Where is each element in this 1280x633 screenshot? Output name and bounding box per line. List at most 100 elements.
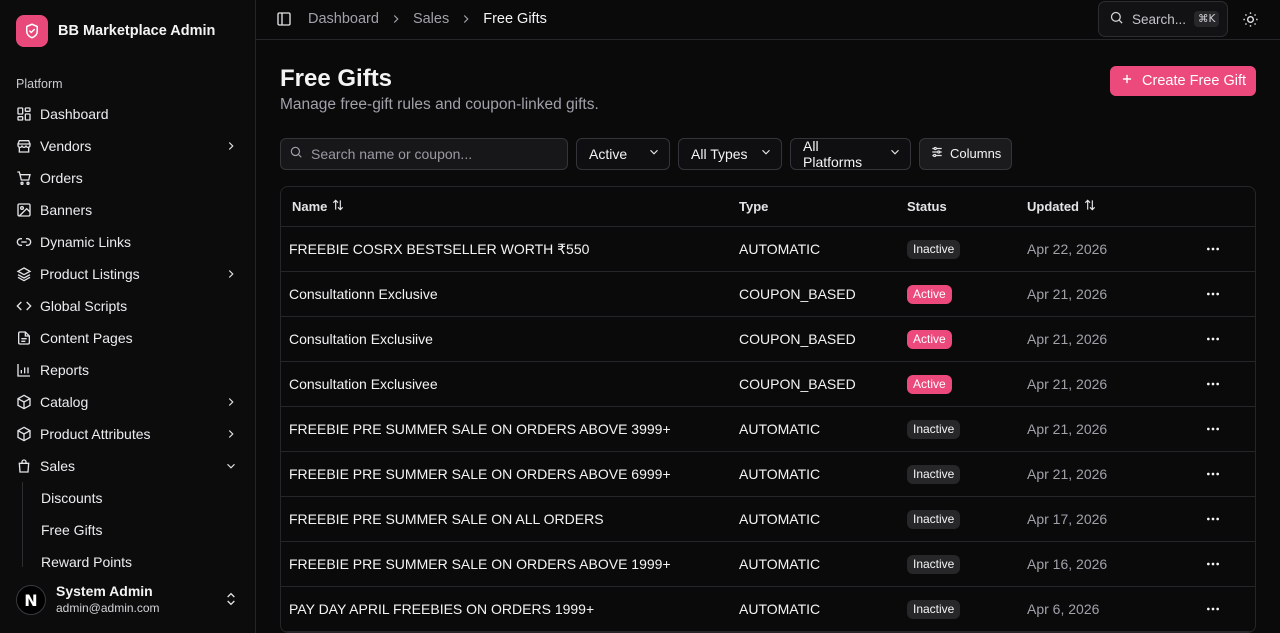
bar-chart-icon <box>16 362 32 378</box>
user-name: System Admin <box>56 583 153 599</box>
code-icon <box>16 298 32 314</box>
status-badge: Active <box>907 329 952 349</box>
search-input[interactable]: Search name or coupon... <box>280 137 568 170</box>
chevron-right-icon <box>223 426 239 442</box>
chevron-right-icon <box>223 394 239 410</box>
sidebar-item-product-listings[interactable]: Product Listings <box>8 258 247 290</box>
table-row[interactable]: PAY DAY APRIL FREEBIES ON ORDERS 1999+ A… <box>281 586 1255 632</box>
table-row[interactable]: FREEBIE PRE SUMMER SALE ON ORDERS ABOVE … <box>281 451 1255 497</box>
sidebar-item-orders[interactable]: Orders <box>8 162 247 194</box>
chevron-down-icon <box>759 145 773 162</box>
theme-toggle-sun-icon[interactable] <box>1236 5 1264 33</box>
shopping-bag-icon <box>16 458 32 474</box>
search-placeholder: Search name or coupon... <box>311 145 473 162</box>
link-icon <box>16 234 32 250</box>
sidebar-group-label: Platform <box>16 77 63 91</box>
platform-select[interactable]: All Platforms <box>790 137 911 170</box>
table-row[interactable]: Consultation Exclusivee COUPON_BASED Act… <box>281 361 1255 407</box>
status-badge: Inactive <box>907 239 961 259</box>
main: Dashboard Sales Free Gifts Search... ⌘K … <box>256 0 1280 633</box>
sidebar-item-dashboard[interactable]: Dashboard <box>8 98 247 130</box>
table-row[interactable]: Consultation Exclusiive COUPON_BASED Act… <box>281 316 1255 362</box>
sidebar-item-banners[interactable]: Banners <box>8 194 247 226</box>
cell-updated: Apr 6, 2026 <box>1027 586 1197 632</box>
sidebar-item-content-pages[interactable]: Content Pages <box>8 322 247 354</box>
column-header-label: Updated <box>1027 198 1079 214</box>
content: Free Gifts Manage free-gift rules and co… <box>256 40 1280 633</box>
sales-submenu: Discounts Free Gifts Reward Points <box>22 482 255 578</box>
sidebar-item-label: Sales <box>40 458 76 474</box>
table-row[interactable]: FREEBIE COSRX BESTSELLER WORTH ₹550 AUTO… <box>281 226 1255 272</box>
sidebar-toggle-icon[interactable] <box>272 7 296 31</box>
more-horizontal-icon[interactable] <box>1203 329 1223 349</box>
columns-button[interactable]: Columns <box>919 137 1013 170</box>
more-horizontal-icon[interactable] <box>1203 464 1223 484</box>
chevrons-up-down-icon <box>223 591 239 610</box>
avatar: N <box>16 585 46 615</box>
search-icon <box>1109 10 1124 28</box>
more-horizontal-icon[interactable] <box>1203 599 1223 619</box>
cell-name: Consultationn Exclusive <box>281 271 739 317</box>
global-search-button[interactable]: Search... ⌘K <box>1098 1 1228 38</box>
sidebar-subitem-free-gifts[interactable]: Free Gifts <box>33 514 255 546</box>
breadcrumb-dashboard[interactable]: Dashboard <box>308 11 379 27</box>
columns-label: Columns <box>950 146 1002 161</box>
user-menu[interactable]: N System Admin admin@admin.com <box>0 567 255 633</box>
filter-toolbar: Search name or coupon... Active All Type… <box>280 137 1256 170</box>
cell-status: Active <box>907 271 1027 317</box>
sidebar-item-sales[interactable]: Sales <box>8 450 247 482</box>
page-header: Free Gifts Manage free-gift rules and co… <box>280 64 1256 114</box>
table-row[interactable]: FREEBIE PRE SUMMER SALE ON ORDERS ABOVE … <box>281 406 1255 452</box>
column-header-name[interactable]: Name <box>281 186 739 227</box>
more-horizontal-icon[interactable] <box>1203 509 1223 529</box>
column-header-label: Name <box>292 198 328 214</box>
sidebar-subitem-discounts[interactable]: Discounts <box>33 482 255 514</box>
cell-status: Inactive <box>907 406 1027 452</box>
column-header-updated[interactable]: Updated <box>1027 186 1197 227</box>
sidebar-item-label: Reports <box>40 362 90 378</box>
sidebar-item-vendors[interactable]: Vendors <box>8 130 247 162</box>
cell-status: Inactive <box>907 496 1027 542</box>
cell-actions <box>1197 316 1255 362</box>
more-horizontal-icon[interactable] <box>1203 284 1223 304</box>
table-row[interactable]: FREEBIE PRE SUMMER SALE ON ALL ORDERS AU… <box>281 496 1255 542</box>
box-icon <box>16 394 32 410</box>
more-horizontal-icon[interactable] <box>1203 374 1223 394</box>
type-select[interactable]: All Types <box>678 137 782 170</box>
create-free-gift-button[interactable]: Create Free Gift <box>1110 65 1256 96</box>
more-horizontal-icon[interactable] <box>1203 239 1223 259</box>
breadcrumb-sales[interactable]: Sales <box>413 11 449 27</box>
page-subtitle: Manage free-gift rules and coupon-linked… <box>280 95 599 113</box>
table-row[interactable]: Consultationn Exclusive COUPON_BASED Act… <box>281 271 1255 317</box>
sidebar-item-global-scripts[interactable]: Global Scripts <box>8 290 247 322</box>
more-horizontal-icon[interactable] <box>1203 554 1223 574</box>
box-icon <box>16 426 32 442</box>
page-title: Free Gifts <box>280 64 393 92</box>
brand[interactable]: BB Marketplace Admin <box>0 0 255 62</box>
column-header-status: Status <box>907 186 1027 227</box>
chevron-right-icon <box>459 12 473 26</box>
dashboard-icon <box>16 106 32 122</box>
sidebar-item-reports[interactable]: Reports <box>8 354 247 386</box>
sidebar: BB Marketplace Admin Platform Dashboard … <box>0 0 256 633</box>
sidebar-item-dynamic-links[interactable]: Dynamic Links <box>8 226 247 258</box>
platform-select-value: All Platforms <box>803 137 863 170</box>
chevron-down-icon <box>223 458 239 474</box>
sidebar-item-product-attributes[interactable]: Product Attributes <box>8 418 247 450</box>
sidebar-item-label: Dynamic Links <box>40 234 132 250</box>
cell-type: AUTOMATIC <box>739 226 907 272</box>
cell-updated: Apr 16, 2026 <box>1027 541 1197 587</box>
status-badge: Active <box>907 374 952 394</box>
table-row[interactable]: FREEBIE PRE SUMMER SALE ON ORDERS ABOVE … <box>281 541 1255 587</box>
sidebar-item-catalog[interactable]: Catalog <box>8 386 247 418</box>
cell-actions <box>1197 406 1255 452</box>
cell-actions <box>1197 271 1255 317</box>
user-info: System Admin admin@admin.com <box>56 583 213 617</box>
sort-icon <box>331 198 345 215</box>
more-horizontal-icon[interactable] <box>1203 419 1223 439</box>
brand-name: BB Marketplace Admin <box>58 23 216 39</box>
status-badge: Inactive <box>907 419 961 439</box>
sidebar-item-label: Vendors <box>40 138 92 154</box>
status-select[interactable]: Active <box>576 137 670 170</box>
cell-actions <box>1197 586 1255 632</box>
